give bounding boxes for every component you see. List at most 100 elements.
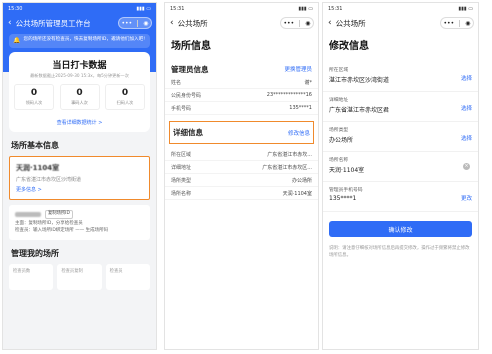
- battery-icon: ▮▮▮ ▭: [298, 6, 313, 12]
- mini-program-capsule[interactable]: ••• ◉: [440, 17, 474, 29]
- field-value: 办公场所: [329, 137, 354, 144]
- change-phone-button[interactable]: 更改: [461, 194, 472, 202]
- nav-title: 公共场所: [335, 18, 366, 28]
- info-row: 场所名称 天润·1104室: [165, 187, 318, 200]
- info-row: 公民身份号码 23*************16: [165, 89, 318, 102]
- detail-section-title: 详细信息: [173, 128, 203, 137]
- select-type-button[interactable]: 选择: [461, 134, 472, 142]
- notice-bar: 🔔 您的场所还没有检查员，快去复制场所ID，邀请他们加入吧!: [9, 34, 150, 49]
- change-admin-link[interactable]: 更换管理员: [284, 65, 312, 73]
- checkin-card: 当日打卡数据 最新数据截止2025-09-30 15:3x，每5分钟更新一次 0…: [9, 52, 150, 133]
- venue-card[interactable]: 天润·1104室 广东省湛江市赤坎区沙湾街道 更多信息 >: [9, 156, 150, 201]
- row-value: 办公场所: [291, 177, 312, 184]
- row-key: 姓名: [171, 79, 182, 86]
- clear-icon[interactable]: ×: [463, 163, 470, 170]
- field-value: 湛江市赤坎区沙湾街道: [329, 77, 390, 84]
- copy-venue-id-button[interactable]: 复制场所ID: [45, 210, 73, 220]
- info-line: 检查员：输入场所ID绑定场所 —— 生成场所码: [15, 228, 109, 234]
- manage-title: 管理我的场所: [11, 248, 59, 258]
- row-value: 广东省湛江市赤坎区...: [262, 164, 312, 171]
- venue-name-field[interactable]: 场所名称 天润·1104室 ×: [323, 152, 478, 182]
- stat-label: 扫码人次: [116, 100, 134, 106]
- status-bar: 15:31 ▮▮▮ ▭: [165, 3, 318, 15]
- more-info-link[interactable]: 更多信息 >: [16, 186, 143, 193]
- manage-card[interactable]: 检查员: [105, 263, 150, 290]
- more-icon[interactable]: •••: [122, 20, 133, 27]
- stat-value: 0: [121, 88, 129, 99]
- status-time: 15:31: [170, 6, 185, 12]
- back-icon[interactable]: ‹: [8, 18, 12, 28]
- battery-icon: ▮▮▮ ▭: [458, 6, 473, 12]
- stat-item: 0 领码人次: [14, 84, 54, 111]
- row-key: 详细地址: [171, 164, 192, 171]
- modify-info-link[interactable]: 修改信息: [288, 129, 310, 137]
- field-label: 详细地址: [329, 98, 349, 103]
- select-address-button[interactable]: 选择: [461, 104, 472, 112]
- select-region-button[interactable]: 选择: [461, 74, 472, 82]
- page-title: 修改信息: [329, 41, 369, 52]
- nav-title: 公共场所: [177, 18, 208, 28]
- back-icon[interactable]: ‹: [170, 18, 174, 28]
- more-icon[interactable]: •••: [284, 20, 295, 27]
- info-row: 详细地址 广东省湛江市赤坎区...: [165, 161, 318, 174]
- info-row: 所在区域 广东省湛江市赤坎...: [165, 148, 318, 161]
- row-key: 公民身份号码: [171, 92, 202, 99]
- close-icon[interactable]: ◉: [465, 20, 470, 27]
- venue-type-field[interactable]: 场所类型 办公场所 选择: [323, 122, 478, 152]
- row-value: 广东省湛江市赤坎...: [267, 151, 312, 158]
- detail-stats-link[interactable]: 查看详细数据统计 >: [14, 119, 145, 126]
- back-icon[interactable]: ‹: [328, 18, 332, 28]
- field-value: 广东省湛江市赤坎区君: [329, 107, 390, 114]
- venue-id-card: 复制场所ID 主面：复制场所ID，分享给检查员 检查员：输入场所ID绑定场所 —…: [9, 205, 150, 240]
- row-key: 场所名称: [171, 190, 192, 197]
- venue-address: 广东省湛江市赤坎区沙湾街道: [16, 177, 82, 184]
- stat-item: 0 事码人次: [59, 84, 100, 111]
- battery-icon: ▮▮▮ ▭: [136, 6, 151, 12]
- manage-cards: 检查员数 检查员复制 检查员: [3, 263, 156, 290]
- row-value: 23*************16: [266, 92, 312, 98]
- note-text: 说明：请注意仔细核对场所信息后再提交修改，操作过于频繁将禁止修改场所信息。: [329, 246, 470, 259]
- nav-bar: ‹ 公共场所管理员工作台 ••• ◉: [3, 15, 156, 31]
- stat-value: 0: [76, 88, 83, 99]
- checkin-date: 最新数据截止2025-09-30 15:3x，每5分钟更新一次: [30, 73, 129, 79]
- nav-bar: ‹ 公共场所 ••• ◉: [165, 15, 318, 31]
- row-value: 135****1: [289, 105, 312, 111]
- field-label: 场所类型: [329, 128, 349, 133]
- confirm-modify-button[interactable]: 确认修改: [329, 221, 472, 237]
- row-key: 场所类型: [171, 177, 192, 184]
- close-icon[interactable]: ◉: [305, 20, 310, 27]
- stat-label: 事码人次: [71, 100, 88, 106]
- manage-card[interactable]: 检查员复制: [57, 263, 102, 290]
- row-value: 谢*: [304, 79, 312, 86]
- info-row: 手机号码 135****1: [165, 102, 318, 115]
- field-value: 135****1: [329, 195, 357, 202]
- notice-text: 您的场所还没有检查员，快去复制场所ID，邀请他们加入吧!: [23, 37, 146, 42]
- row-value: 天润·1104室: [282, 190, 312, 197]
- status-bar: 15:31 ▮▮▮ ▭: [323, 3, 478, 15]
- admin-section-header: 管理员信息 更换管理员: [165, 62, 318, 76]
- nav-bar: ‹ 公共场所 ••• ◉: [323, 15, 478, 31]
- field-value[interactable]: 天润·1104室: [329, 165, 472, 174]
- manage-card[interactable]: 检查员数: [9, 263, 54, 290]
- stats-row: 0 领码人次 0 事码人次 0 扫码人次: [14, 84, 145, 111]
- status-time: 15:31: [328, 6, 343, 12]
- basic-info-title: 场所基本信息: [11, 141, 59, 151]
- detail-section-header: 详细信息 修改信息: [169, 121, 314, 144]
- bell-icon: 🔔: [13, 37, 21, 44]
- close-icon[interactable]: ◉: [143, 20, 148, 27]
- address-field[interactable]: 详细地址 广东省湛江市赤坎区君 选择: [323, 92, 478, 122]
- info-line: 主面：复制场所ID，分享给检查员: [15, 221, 83, 227]
- admin-phone-field[interactable]: 管理员手机号码 135****1 更改: [323, 182, 478, 212]
- nav-title: 公共场所管理员工作台: [15, 18, 91, 28]
- more-icon[interactable]: •••: [444, 20, 455, 27]
- mini-program-capsule[interactable]: ••• ◉: [118, 17, 152, 29]
- info-row: 姓名 谢*: [165, 76, 318, 89]
- page-title: 场所信息: [171, 41, 211, 52]
- field-label: 所在区域: [329, 68, 349, 73]
- stat-item: 0 扫码人次: [105, 84, 145, 111]
- region-field[interactable]: 所在区域 湛江市赤坎区沙湾街道 选择: [323, 62, 478, 92]
- mini-program-capsule[interactable]: ••• ◉: [280, 17, 314, 29]
- row-key: 手机号码: [171, 105, 192, 112]
- field-label: 管理员手机号码: [329, 188, 363, 193]
- status-time: 15:30: [8, 6, 23, 12]
